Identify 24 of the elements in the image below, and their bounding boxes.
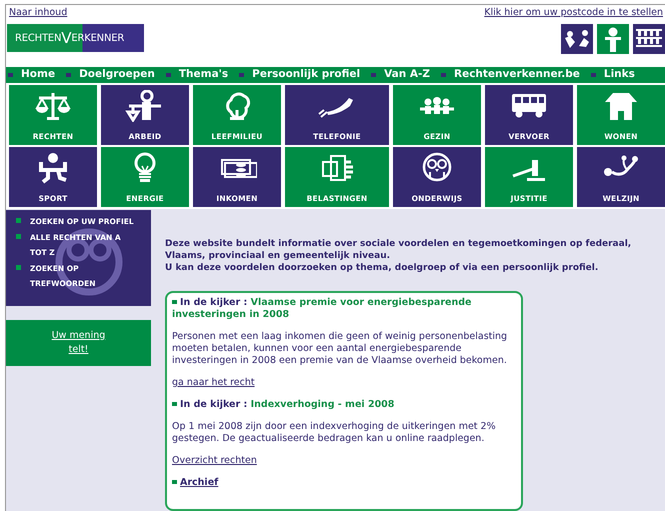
archive-link[interactable]: Archief xyxy=(180,477,218,488)
opinion-link[interactable]: Uw mening telt! xyxy=(48,328,108,358)
nav-link[interactable]: Links xyxy=(590,67,635,83)
news-link[interactable]: Overzicht rechten xyxy=(172,455,257,466)
people-icon[interactable] xyxy=(561,24,593,54)
nav-link[interactable]: Persoonlijk profiel xyxy=(239,67,360,83)
intro-text: U kan deze voordelen doorzoeken op thema, doelgroep of via een persoonlijk profiel. xyxy=(165,262,600,274)
bullet-icon xyxy=(172,480,177,484)
nav-link[interactable]: Rechtenverkenner.be xyxy=(441,67,580,83)
postcode-link[interactable]: Klik hier om uw postcode in te stellen xyxy=(484,6,663,20)
scales-icon xyxy=(33,90,73,122)
intro-text: Deze website bundelt informatie over sociale voordelen en tegemoetkomingen op federaal, Vlaams, provinciaal en gemeentelijk niveau. xyxy=(165,238,632,262)
logo[interactable]: RECHTENVERKENNER xyxy=(7,24,144,52)
news-link[interactable]: ga naar het recht xyxy=(172,377,255,388)
nav-link[interactable]: Thema's xyxy=(166,67,228,83)
news-heading: In de kijker : Indexverhoging - mei 2008 xyxy=(172,399,516,411)
person-icon[interactable] xyxy=(597,24,629,54)
nav-link[interactable]: Doelgroepen xyxy=(66,67,155,83)
news-text: Personen met een laag inkomen die geen of weinig personenbelasting moeten betalen, kunnen voor een aantal energiebesparende investeringen in 2008 een premie van de Vlaamse overheid bekomen. xyxy=(172,331,508,367)
news-heading: In de kijker : Vlaamse premie voor energiebesparende investeringen in 2008 xyxy=(172,297,472,321)
nav-link[interactable]: Van A-Z xyxy=(371,67,430,83)
skip-link[interactable]: Naar inhoud xyxy=(9,6,68,20)
news-text: Op 1 mei 2008 zijn door een indexverhoging de uitkeringen met 2% gestegen. De geactualiseerde bedragen kan u online raadplegen. xyxy=(172,421,497,445)
nav-link[interactable]: Home xyxy=(8,67,56,83)
